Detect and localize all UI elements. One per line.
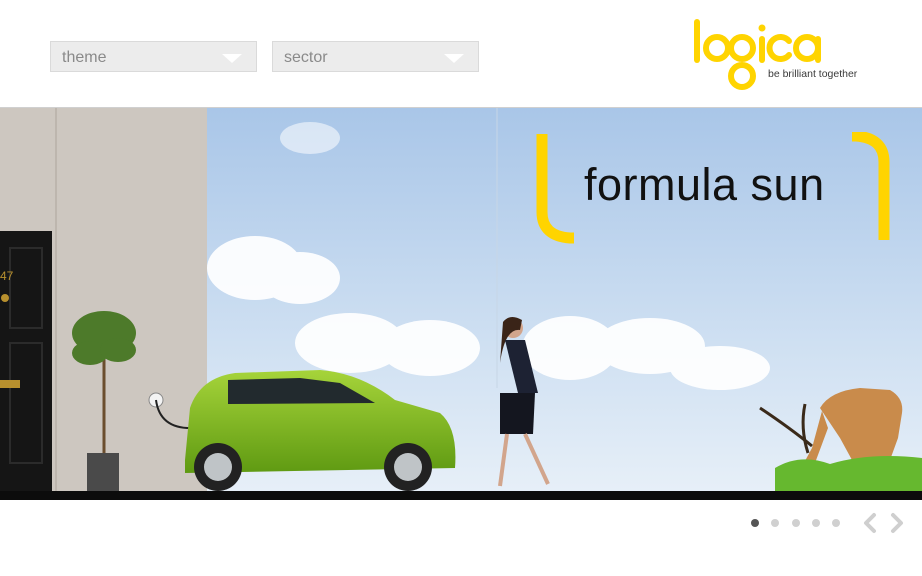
carousel-dot-3[interactable] bbox=[792, 519, 800, 527]
chevron-down-icon bbox=[444, 54, 464, 63]
right-bracket-decoration bbox=[852, 132, 890, 240]
carousel-dot-5[interactable] bbox=[832, 519, 840, 527]
carousel-dot-2[interactable] bbox=[771, 519, 779, 527]
hero-banner: 47 formula sun bbox=[0, 107, 922, 500]
door-number: 47 bbox=[0, 269, 14, 283]
headline: formula sun bbox=[584, 159, 825, 210]
header: theme sector be brilliant together bbox=[0, 0, 922, 107]
left-bracket-decoration bbox=[536, 134, 574, 244]
logo-tagline: be brilliant together bbox=[768, 68, 858, 80]
logica-logo[interactable]: be brilliant together bbox=[690, 18, 880, 98]
chevron-left-icon[interactable] bbox=[860, 512, 880, 534]
chevron-right-icon[interactable] bbox=[887, 512, 907, 534]
sector-dropdown[interactable]: sector bbox=[272, 41, 479, 72]
carousel-controls bbox=[0, 500, 922, 576]
logica-wordmark bbox=[694, 19, 821, 90]
chevron-down-icon bbox=[222, 54, 242, 63]
theme-dropdown-label: theme bbox=[62, 49, 107, 66]
carousel-dot-4[interactable] bbox=[812, 519, 820, 527]
carousel-dot-1[interactable] bbox=[751, 519, 759, 527]
theme-dropdown[interactable]: theme bbox=[50, 41, 257, 72]
sector-dropdown-label: sector bbox=[284, 49, 328, 66]
